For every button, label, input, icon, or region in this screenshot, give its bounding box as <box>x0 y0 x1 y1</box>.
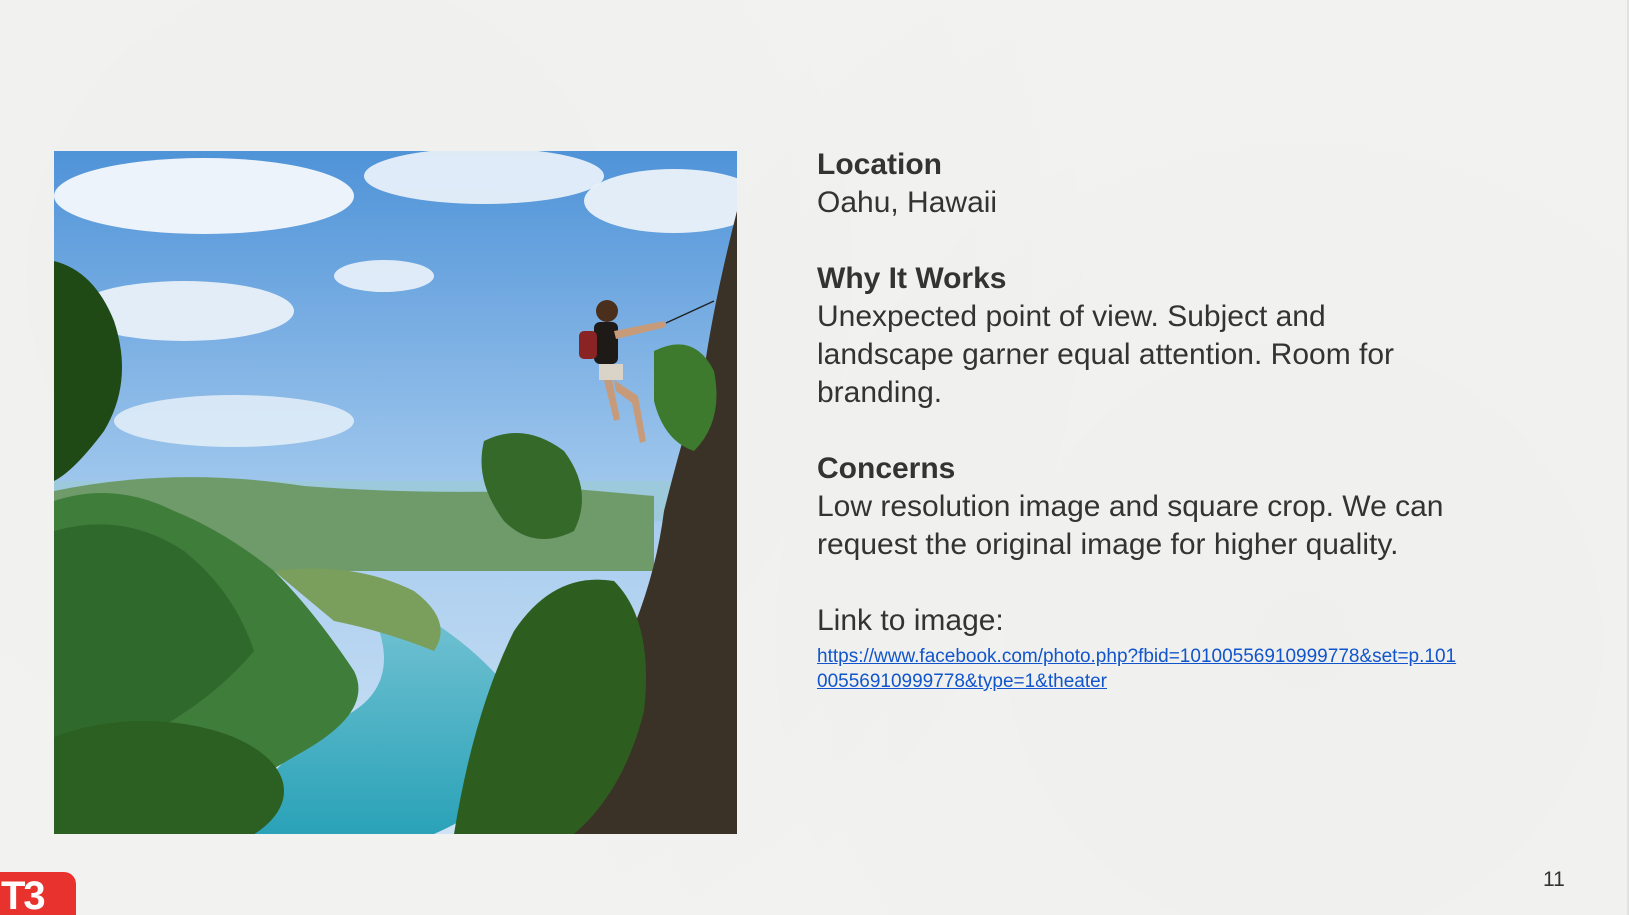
concerns-text: Low resolution image and square crop. We… <box>817 490 1444 561</box>
location-heading: Location <box>817 148 942 181</box>
why-it-works-heading: Why It Works <box>817 262 1007 295</box>
slide: Location Oahu, Hawaii Why It Works Unexp… <box>0 0 1629 915</box>
t3-logo: T3 <box>0 872 76 915</box>
image-link[interactable]: https://www.facebook.com/photo.php?fbid=… <box>817 644 1462 694</box>
slide-content: Location Oahu, Hawaii Why It Works Unexp… <box>817 146 1457 694</box>
climber-photo-illustration <box>54 151 737 834</box>
link-label: Link to image: <box>817 604 1004 637</box>
logo-text: T3 <box>1 874 46 915</box>
climber-photo <box>54 151 737 834</box>
why-it-works-text: Unexpected point of view. Subject and la… <box>817 300 1395 409</box>
location-value: Oahu, Hawaii <box>817 186 998 219</box>
concerns-heading: Concerns <box>817 452 956 485</box>
page-number: 11 <box>1543 868 1565 891</box>
